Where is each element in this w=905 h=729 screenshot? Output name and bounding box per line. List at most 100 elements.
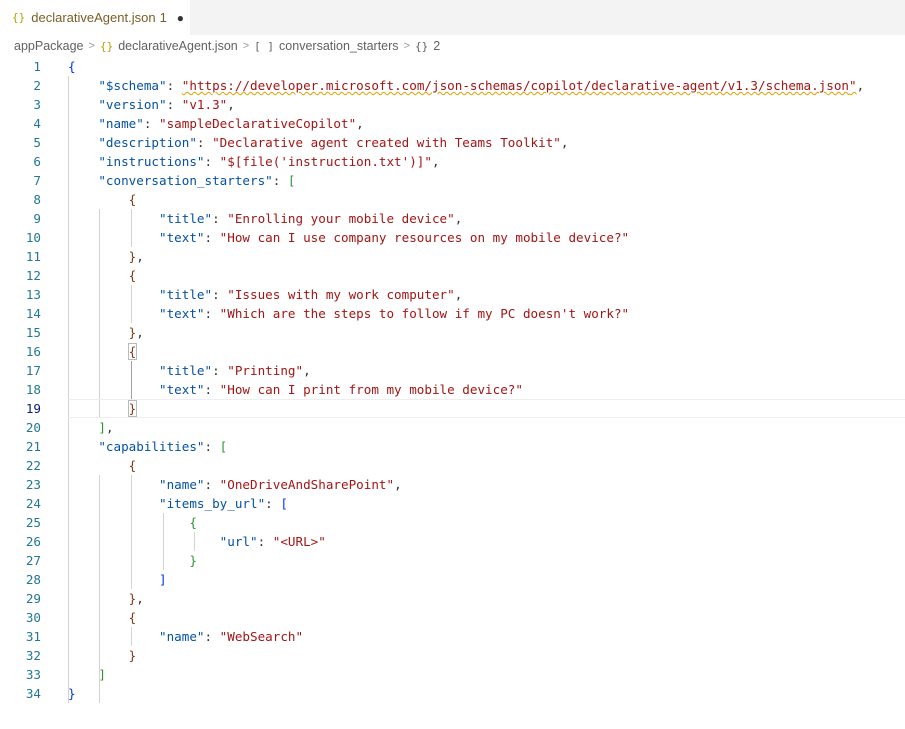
code-line[interactable]: 29 },	[0, 589, 905, 608]
code-line[interactable]: 32 }	[0, 646, 905, 665]
code-line[interactable]: 14 "text": "Which are the steps to follo…	[0, 304, 905, 323]
code-line[interactable]: 22 {	[0, 456, 905, 475]
line-content[interactable]: {	[68, 266, 137, 285]
line-content[interactable]: "title": "Issues with my work computer",	[68, 285, 462, 304]
line-content[interactable]: "instructions": "$[file('instruction.txt…	[68, 152, 440, 171]
line-content[interactable]: "name": "sampleDeclarativeCopilot",	[68, 114, 363, 133]
line-number: 9	[33, 211, 41, 226]
code-line[interactable]: 15 },	[0, 323, 905, 342]
line-content[interactable]: },	[68, 323, 144, 342]
line-content[interactable]: }	[68, 684, 76, 703]
line-number: 30	[25, 610, 41, 625]
line-content[interactable]: "text": "How can I print from my mobile …	[68, 380, 523, 399]
line-content[interactable]: "url": "<URL>"	[68, 532, 326, 551]
line-number: 18	[25, 382, 41, 397]
code-line[interactable]: 5 "description": "Declarative agent crea…	[0, 133, 905, 152]
code-line[interactable]: 11 },	[0, 247, 905, 266]
line-content[interactable]: "title": "Printing",	[68, 361, 311, 380]
code-line[interactable]: 23 "name": "OneDriveAndSharePoint",	[0, 475, 905, 494]
code-editor[interactable]: 1{2 "$schema": "https://developer.micros…	[0, 57, 905, 729]
code-line[interactable]: 9 "title": "Enrolling your mobile device…	[0, 209, 905, 228]
code-line[interactable]: 1{	[0, 57, 905, 76]
code-token: "instructions"	[98, 154, 205, 169]
line-content[interactable]: "version": "v1.3",	[68, 95, 235, 114]
code-token: {	[128, 610, 137, 625]
code-token: "name"	[98, 116, 144, 131]
breadcrumb-item-apppackage[interactable]: appPackage	[14, 39, 84, 53]
line-content[interactable]: {	[68, 513, 197, 532]
code-line[interactable]: 34}	[0, 684, 905, 703]
line-content[interactable]: "text": "Which are the steps to follow i…	[68, 304, 629, 323]
code-line[interactable]: 25 {	[0, 513, 905, 532]
code-line[interactable]: 20 ],	[0, 418, 905, 437]
line-number: 27	[25, 553, 41, 568]
code-line[interactable]: 27 }	[0, 551, 905, 570]
line-content[interactable]: ]	[68, 570, 167, 589]
breadcrumb-item-index[interactable]: 2	[433, 39, 440, 53]
code-token: {	[128, 458, 137, 473]
line-content[interactable]: "$schema": "https://developer.microsoft.…	[68, 76, 864, 95]
line-content[interactable]: "items_by_url": [	[68, 494, 288, 513]
code-line[interactable]: 10 "text": "How can I use company resour…	[0, 228, 905, 247]
code-line[interactable]: 8 {	[0, 190, 905, 209]
code-line[interactable]: 33 ]	[0, 665, 905, 684]
line-content[interactable]: "conversation_starters": [	[68, 171, 295, 190]
line-content[interactable]: ],	[68, 418, 113, 437]
code-token: {	[127, 343, 138, 360]
line-content[interactable]: "capabilities": [	[68, 437, 227, 456]
code-line[interactable]: 13 "title": "Issues with my work compute…	[0, 285, 905, 304]
line-content[interactable]: {	[68, 190, 137, 209]
code-line[interactable]: 30 {	[0, 608, 905, 627]
code-token: ,	[856, 78, 865, 93]
line-number: 7	[33, 173, 41, 188]
breadcrumb-item-conversation-starters[interactable]: conversation_starters	[279, 39, 399, 53]
code-token: "$[file('instruction.txt')]"	[219, 154, 432, 169]
code-token: "title"	[159, 363, 213, 378]
line-content[interactable]: },	[68, 589, 144, 608]
code-line[interactable]: 12 {	[0, 266, 905, 285]
line-content[interactable]: {	[68, 342, 138, 361]
code-line[interactable]: 18 "text": "How can I print from my mobi…	[0, 380, 905, 399]
code-line[interactable]: 4 "name": "sampleDeclarativeCopilot",	[0, 114, 905, 133]
code-line[interactable]: 19 }	[0, 399, 905, 418]
line-content[interactable]: "text": "How can I use company resources…	[68, 228, 629, 247]
line-number: 3	[33, 97, 41, 112]
code-line[interactable]: 31 "name": "WebSearch"	[0, 627, 905, 646]
code-token: :	[265, 496, 281, 511]
code-token: ,	[454, 287, 463, 302]
code-token: ]	[98, 667, 106, 682]
line-content[interactable]: {	[68, 456, 137, 475]
code-line[interactable]: 6 "instructions": "$[file('instruction.t…	[0, 152, 905, 171]
code-line[interactable]: 2 "$schema": "https://developer.microsof…	[0, 76, 905, 95]
code-line[interactable]: 3 "version": "v1.3",	[0, 95, 905, 114]
line-content[interactable]: {	[68, 57, 76, 76]
code-line[interactable]: 26 "url": "<URL>"	[0, 532, 905, 551]
line-content[interactable]: "name": "WebSearch"	[68, 627, 303, 646]
line-content[interactable]: "description": "Declarative agent create…	[68, 133, 568, 152]
code-line[interactable]: 28 ]	[0, 570, 905, 589]
line-content[interactable]: ]	[68, 665, 106, 684]
line-content[interactable]: }	[68, 551, 197, 570]
line-number: 1	[33, 59, 41, 74]
line-content[interactable]: }	[68, 646, 137, 665]
line-content[interactable]: "name": "OneDriveAndSharePoint",	[68, 475, 402, 494]
code-token: ,	[431, 154, 440, 169]
code-line[interactable]: 21 "capabilities": [	[0, 437, 905, 456]
code-line[interactable]: 7 "conversation_starters": [	[0, 171, 905, 190]
line-content[interactable]: },	[68, 247, 144, 266]
code-line[interactable]: 24 "items_by_url": [	[0, 494, 905, 513]
line-content[interactable]: "title": "Enrolling your mobile device",	[68, 209, 462, 228]
code-line[interactable]: 17 "title": "Printing",	[0, 361, 905, 380]
code-line[interactable]: 16 {	[0, 342, 905, 361]
code-token: "Which are the steps to follow if my PC …	[219, 306, 630, 321]
line-content[interactable]: {	[68, 608, 137, 627]
breadcrumb-item-file[interactable]: declarativeAgent.json	[118, 39, 238, 53]
unsaved-dot-icon[interactable]: ●	[177, 11, 184, 25]
line-content[interactable]: }	[68, 399, 138, 418]
tab-declarative-agent-json[interactable]: {} declarativeAgent.json 1 ●	[0, 0, 190, 35]
chevron-right-icon: >	[88, 40, 95, 52]
